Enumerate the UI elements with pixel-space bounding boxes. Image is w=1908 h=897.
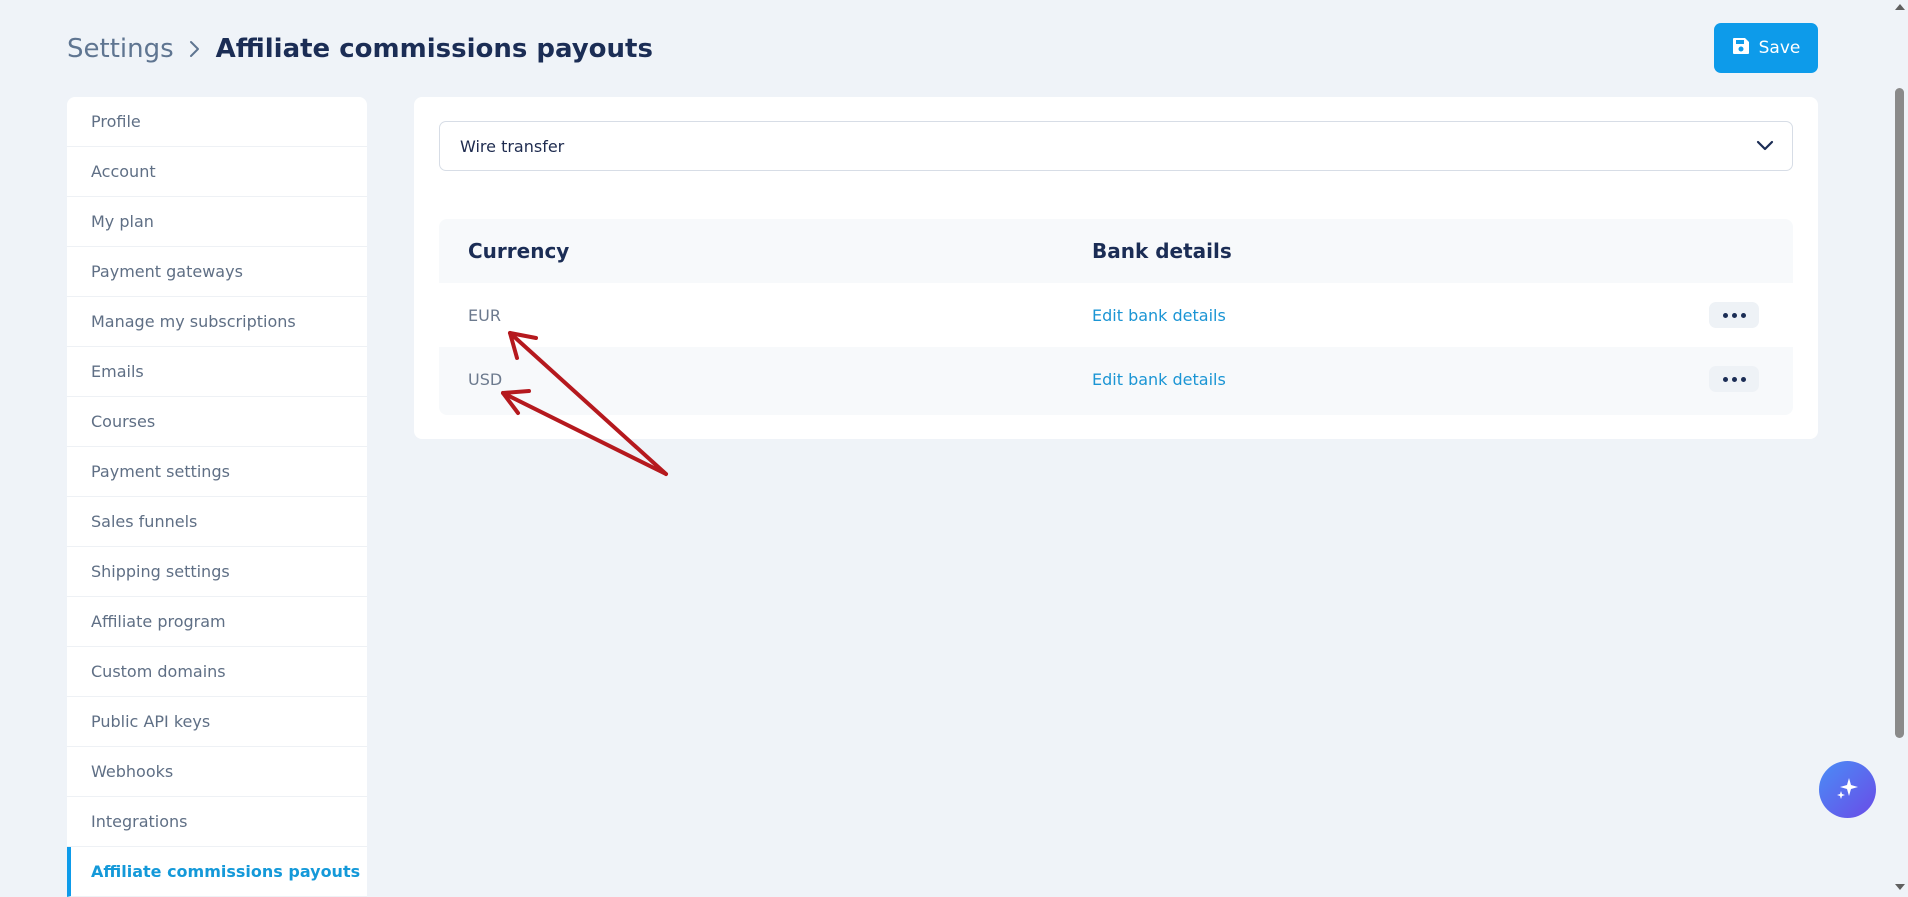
chevron-right-icon	[188, 39, 202, 59]
sidebar-item-courses[interactable]: Courses	[67, 397, 367, 447]
save-button-label: Save	[1758, 38, 1801, 58]
currency-cell: EUR	[468, 305, 501, 325]
sidebar-item-public-api-keys[interactable]: Public API keys	[67, 697, 367, 747]
assistant-button[interactable]	[1819, 761, 1876, 818]
save-button[interactable]: Save	[1714, 23, 1818, 73]
sidebar-item-webhooks[interactable]: Webhooks	[67, 747, 367, 797]
breadcrumb-settings-link[interactable]: Settings	[67, 34, 174, 64]
sidebar-item-integrations[interactable]: Integrations	[67, 797, 367, 847]
payout-method-value: Wire transfer	[460, 136, 565, 156]
sidebar-item-emails[interactable]: Emails	[67, 347, 367, 397]
payouts-panel: Wire transfer Currency Bank details EUR …	[414, 97, 1818, 439]
sidebar-item-my-plan[interactable]: My plan	[67, 197, 367, 247]
column-header-bank-details: Bank details	[1092, 239, 1232, 263]
scrollbar-thumb[interactable]	[1895, 88, 1904, 738]
sidebar-item-payment-gateways[interactable]: Payment gateways	[67, 247, 367, 297]
sidebar-item-payment-settings[interactable]: Payment settings	[67, 447, 367, 497]
floppy-disk-icon	[1732, 37, 1750, 60]
sidebar-item-affiliate-commissions-payouts[interactable]: Affiliate commissions payouts	[67, 847, 367, 897]
breadcrumb: Settings Affiliate commissions payouts	[67, 30, 653, 68]
sidebar-item-manage-subscriptions[interactable]: Manage my subscriptions	[67, 297, 367, 347]
table-header: Currency Bank details	[439, 219, 1793, 283]
edit-bank-details-link[interactable]: Edit bank details	[1092, 306, 1226, 325]
sparkles-icon	[1834, 774, 1862, 806]
edit-bank-details-link[interactable]: Edit bank details	[1092, 370, 1226, 389]
scroll-down-arrow-icon[interactable]	[1895, 884, 1905, 890]
table-row: EUR Edit bank details	[439, 283, 1793, 347]
sidebar-item-account[interactable]: Account	[67, 147, 367, 197]
scroll-up-arrow-icon[interactable]	[1895, 4, 1905, 10]
table-row: USD Edit bank details	[439, 347, 1793, 411]
sidebar-item-affiliate-program[interactable]: Affiliate program	[67, 597, 367, 647]
payout-method-select[interactable]: Wire transfer	[439, 121, 1793, 171]
more-horizontal-icon	[1722, 312, 1728, 318]
sidebar-item-sales-funnels[interactable]: Sales funnels	[67, 497, 367, 547]
currency-table: Currency Bank details EUR Edit bank deta…	[439, 219, 1793, 415]
page-scrollbar[interactable]	[1891, 0, 1908, 894]
column-header-currency: Currency	[468, 239, 570, 263]
sidebar-item-shipping-settings[interactable]: Shipping settings	[67, 547, 367, 597]
sidebar-item-profile[interactable]: Profile	[67, 97, 367, 147]
more-horizontal-icon	[1722, 376, 1728, 382]
settings-sidebar: Profile Account My plan Payment gateways…	[67, 97, 367, 897]
sidebar-item-custom-domains[interactable]: Custom domains	[67, 647, 367, 697]
row-more-button[interactable]	[1709, 366, 1759, 392]
page-title: Affiliate commissions payouts	[215, 34, 653, 64]
row-more-button[interactable]	[1709, 302, 1759, 328]
chevron-down-icon	[1756, 137, 1774, 156]
currency-cell: USD	[468, 369, 503, 389]
